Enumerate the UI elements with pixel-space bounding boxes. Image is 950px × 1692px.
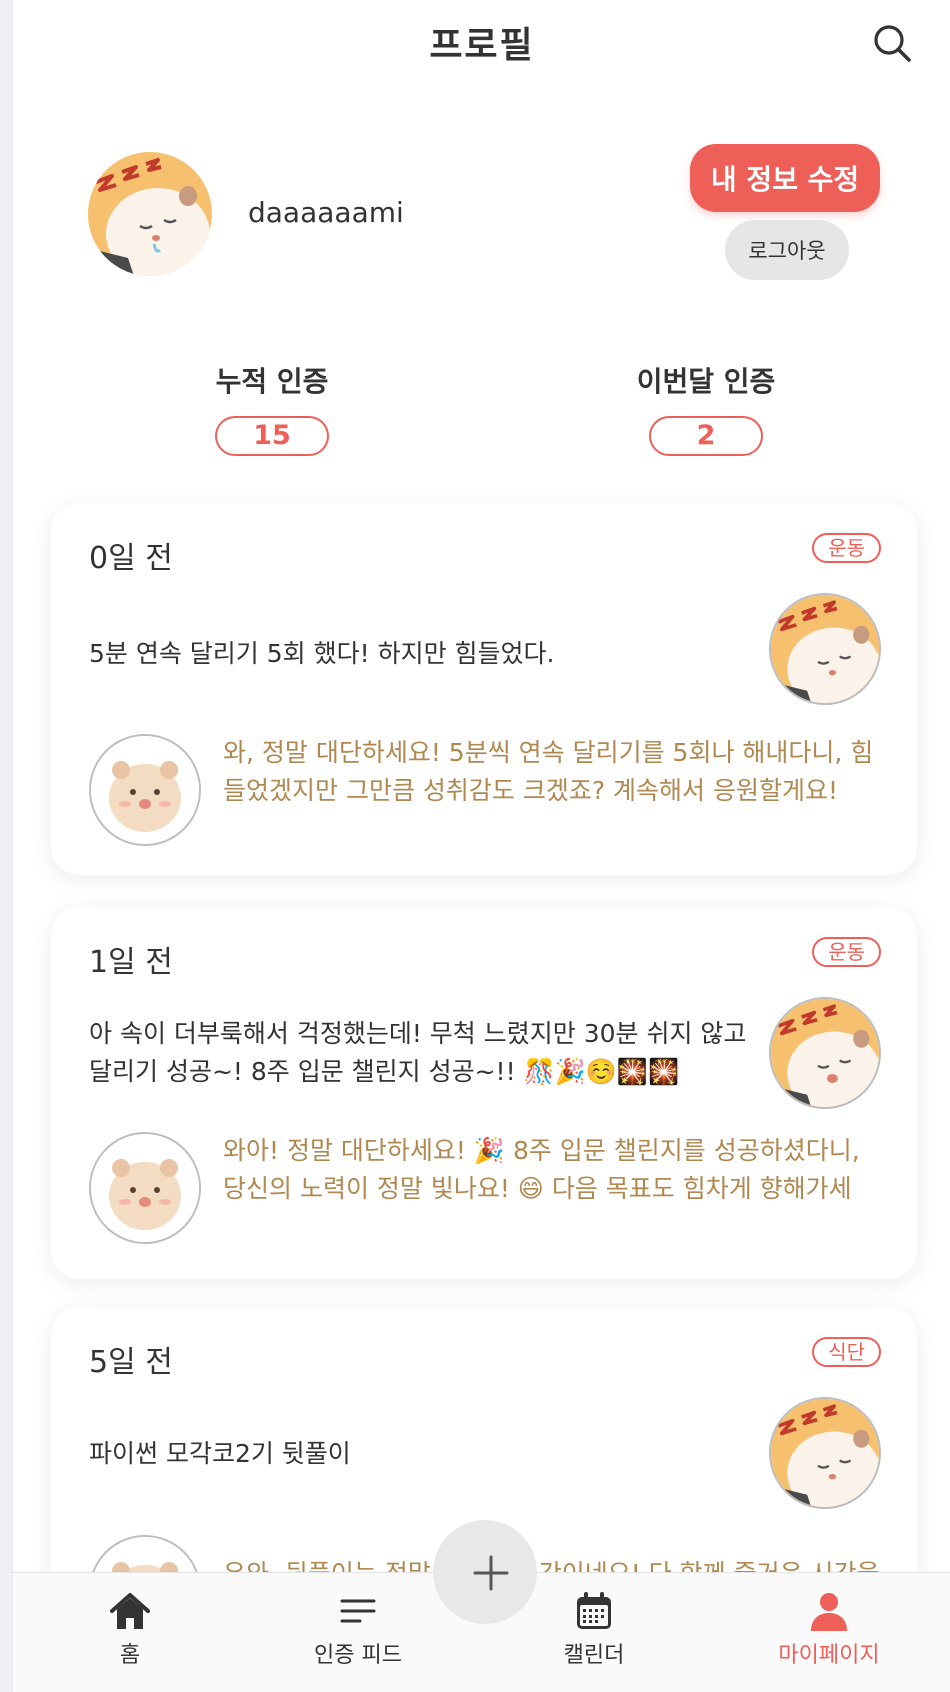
- page-title: 프로필: [429, 25, 535, 66]
- feed-icon: [340, 1599, 376, 1623]
- category-tag: 운동: [812, 533, 881, 563]
- sleeping-hamster-image: [771, 1399, 879, 1507]
- ai-comment-avatar: [89, 734, 201, 846]
- nav-label: 인증 피드: [314, 1643, 402, 1668]
- feed-card[interactable]: 1일 전 운동 아 속이 더부룩해서 걱정했는데! 무척 느렸지만 30분 쉬지…: [51, 907, 917, 1279]
- post-thumbnail[interactable]: [769, 593, 881, 705]
- calendar-icon: [577, 1592, 611, 1629]
- monthly-certification-stat: 이번달 인증 2: [576, 360, 836, 456]
- nav-label: 홈: [119, 1643, 141, 1668]
- app-window: 프로필 daaaaaami 내 정보 수정 로그아웃 누적 인증 15 이번달 …: [12, 0, 950, 1692]
- category-tag: 식단: [812, 1337, 881, 1367]
- ai-comment-text: 와아! 정말 대단하세요! 🎉 8주 입문 챌린지를 성공하셨다니, 당신의 노…: [223, 1136, 860, 1203]
- post-thumbnail[interactable]: [769, 1397, 881, 1509]
- edit-profile-button[interactable]: 내 정보 수정: [690, 144, 880, 212]
- nav-label: 캘린더: [563, 1643, 625, 1668]
- nav-home[interactable]: 홈: [50, 1589, 210, 1669]
- category-tag: 운동: [812, 937, 881, 967]
- stat-value: 15: [215, 416, 329, 456]
- add-post-button[interactable]: [433, 1520, 537, 1624]
- sleeping-hamster-image: [771, 999, 879, 1107]
- home-icon: [110, 1593, 150, 1629]
- search-icon: [874, 25, 911, 62]
- total-certification-stat: 누적 인증 15: [142, 360, 402, 456]
- logout-button[interactable]: 로그아웃: [725, 220, 849, 280]
- ai-comment-text: 와, 정말 대단하세요! 5분씩 연속 달리기를 5회나 해내다니, 힘들었겠지…: [223, 738, 874, 805]
- stat-value: 2: [649, 416, 763, 456]
- hamster-icon: [91, 1134, 199, 1242]
- post-thumbnail[interactable]: [769, 997, 881, 1109]
- ai-comment-avatar: [89, 1132, 201, 1244]
- sleeping-hamster-image: [771, 595, 879, 703]
- stat-label: 누적 인증: [215, 365, 329, 398]
- profile-header: daaaaaami 내 정보 수정 로그아웃: [13, 140, 950, 290]
- nav-feed[interactable]: 인증 피드: [278, 1589, 438, 1669]
- card-date: 1일 전: [89, 945, 173, 980]
- card-text: 5분 연속 달리기 5회 했다! 하지만 힘들었다.: [89, 639, 555, 668]
- username: daaaaaami: [248, 196, 404, 229]
- card-date: 5일 전: [89, 1345, 173, 1380]
- card-text: 파이썬 모각코2기 뒷풀이: [89, 1439, 351, 1468]
- nav-label: 마이페이지: [778, 1643, 880, 1668]
- stat-label: 이번달 인증: [636, 365, 776, 398]
- search-button[interactable]: [871, 22, 915, 66]
- plus-icon: [473, 1555, 509, 1591]
- nav-mypage[interactable]: 마이페이지: [749, 1589, 909, 1669]
- hamster-icon: [91, 736, 199, 844]
- card-text: 아 속이 더부룩해서 걱정했는데! 무척 느렸지만 30분 쉬지 않고 달리기 …: [89, 1019, 747, 1086]
- person-icon: [811, 1593, 847, 1631]
- avatar[interactable]: [88, 152, 212, 276]
- card-date: 0일 전: [89, 541, 173, 576]
- top-bar: 프로필: [13, 0, 950, 82]
- sleeping-hamster-avatar: [88, 152, 212, 276]
- feed-card[interactable]: 0일 전 운동 5분 연속 달리기 5회 했다! 하지만 힘들었다. 와, 정말…: [51, 503, 917, 875]
